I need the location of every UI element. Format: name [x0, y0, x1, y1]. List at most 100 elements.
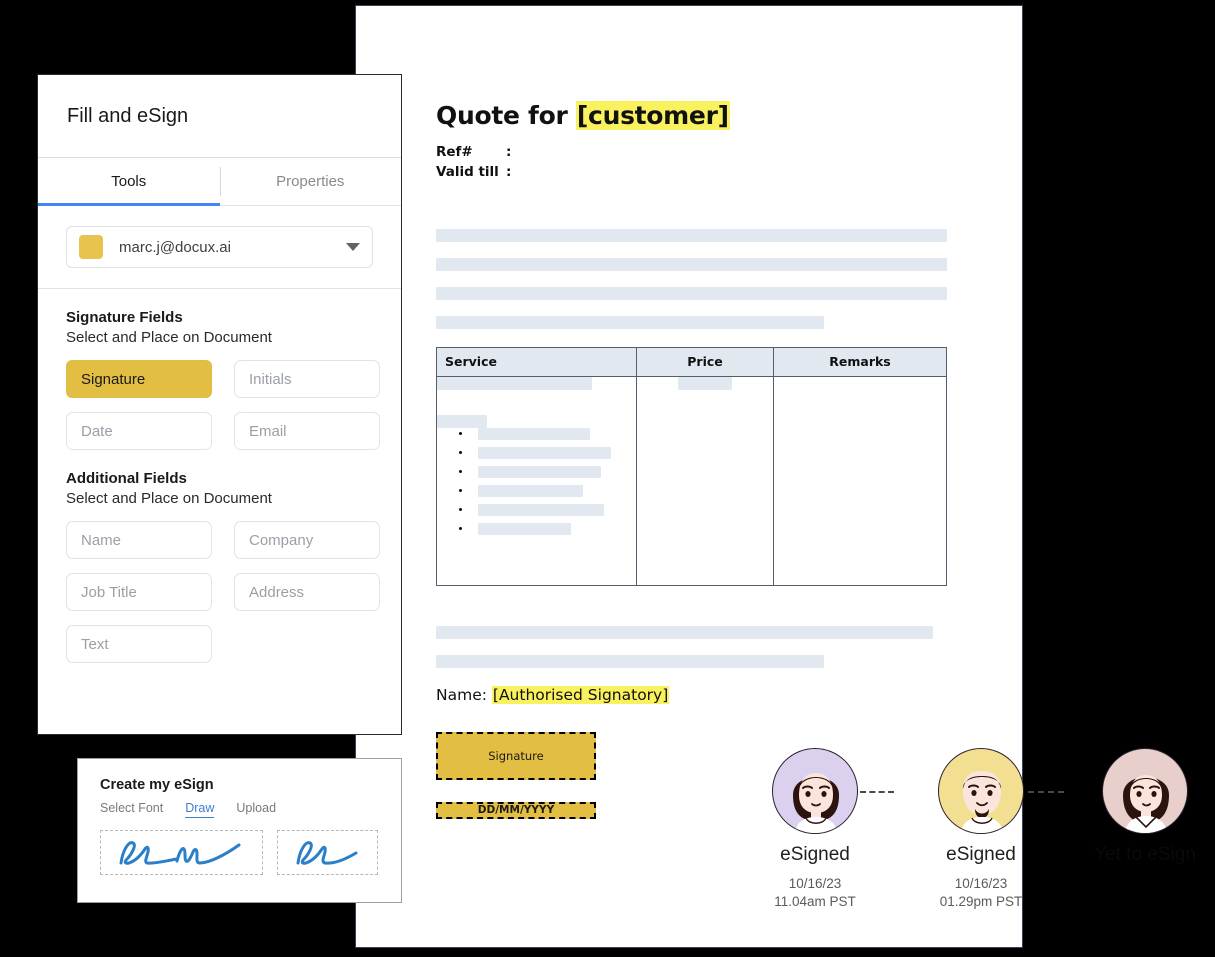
panel-header: Fill and eSign: [38, 75, 401, 158]
column-header-remarks: Remarks: [773, 346, 947, 377]
list-item: [459, 446, 636, 459]
create-esign-tabs: Select Font Draw Upload: [100, 801, 379, 818]
esign-tab-select-font[interactable]: Select Font: [100, 801, 163, 818]
field-chip-date-label: Date: [81, 422, 113, 440]
table-row: [436, 375, 947, 586]
field-chip-initials[interactable]: Initials: [234, 360, 380, 398]
signature-fields-section: Signature Fields Select and Place on Doc…: [38, 289, 401, 450]
create-esign-panel: Create my eSign Select Font Draw Upload: [77, 758, 402, 903]
signer-timestamp: 10/16/23 01.29pm PST: [939, 876, 1023, 910]
meta-row-ref: Ref# :: [436, 142, 956, 162]
esign-tab-draw-label: Draw: [185, 801, 215, 815]
date-placeholder-label: DD/MM/YYYY: [477, 804, 555, 816]
signers-row: eSigned 10/16/23 11.04am PST eSigned 10/…: [740, 748, 1215, 938]
field-chip-signature-label: Signature: [81, 370, 146, 388]
placeholder-bar: [478, 465, 601, 478]
cell-service: [436, 375, 637, 586]
list-item: [459, 465, 636, 478]
tab-properties[interactable]: Properties: [219, 158, 402, 205]
additional-fields-grid: Name Company Job Title Address Text: [66, 521, 380, 663]
meta-label-ref: Ref#: [436, 144, 473, 160]
field-chip-name[interactable]: Name: [66, 521, 212, 559]
field-chip-text[interactable]: Text: [66, 625, 212, 663]
account-dropdown-value: marc.j@docux.ai: [119, 238, 231, 256]
avatar-female-purple: [772, 748, 858, 834]
signature-draw-box-initials[interactable]: [277, 830, 378, 875]
signer-timestamp: 10/16/23 11.04am PST: [774, 876, 856, 910]
document-title-prefix: Quote for: [436, 101, 576, 130]
column-header-price: Price: [636, 346, 774, 377]
signatory-label: Name:: [436, 685, 492, 704]
tab-tools-label: Tools: [111, 173, 147, 190]
field-chip-email-label: Email: [249, 422, 287, 440]
field-chip-date[interactable]: Date: [66, 412, 212, 450]
panel-tabs: Tools Properties: [38, 158, 401, 206]
column-header-service: Service: [436, 346, 637, 377]
avatar-illustration: [1123, 775, 1169, 833]
additional-fields-title: Additional Fields: [66, 470, 187, 487]
field-chip-company-label: Company: [249, 531, 314, 549]
placeholder-bar: [678, 376, 732, 390]
field-chip-address[interactable]: Address: [234, 573, 380, 611]
avatar-illustration: [793, 773, 839, 833]
placeholder-bar: [478, 484, 583, 497]
field-chip-signature[interactable]: Signature: [66, 360, 212, 398]
placeholder-bar: [478, 427, 590, 440]
field-chip-address-label: Address: [249, 583, 305, 601]
signatory-name-line: Name: [Authorised Signatory]: [436, 685, 956, 704]
field-chip-job-title-label: Job Title: [81, 583, 137, 601]
placeholder-bar: [437, 414, 487, 428]
tab-properties-label: Properties: [276, 173, 345, 190]
table-header-row: Service Price Remarks: [436, 346, 947, 377]
tab-tools[interactable]: Tools: [38, 158, 220, 206]
fill-and-esign-panel: Fill and eSign Tools Properties marc.j@d…: [37, 74, 402, 735]
chevron-down-icon[interactable]: [346, 243, 360, 251]
signer-item: eSigned 10/16/23 11.04am PST: [740, 748, 890, 911]
signature-fields-grid: Signature Initials Date Email: [66, 360, 380, 450]
signatory-highlight: [Authorised Signatory]: [491, 685, 670, 704]
placeholder-bar: [436, 315, 824, 329]
placeholder-bar: [478, 522, 571, 535]
signature-draw-box-full[interactable]: [100, 830, 263, 875]
date-placeholder-field[interactable]: DD/MM/YYYY: [436, 801, 596, 819]
cell-remarks: [773, 375, 947, 586]
document-meta: Ref# : Valid till :: [436, 142, 956, 183]
field-chip-text-label: Text: [81, 635, 109, 653]
additional-fields-section: Additional Fields Select and Place on Do…: [38, 450, 401, 663]
placeholder-bar: [436, 257, 947, 271]
esign-tab-upload-label: Upload: [236, 801, 277, 815]
field-chip-job-title[interactable]: Job Title: [66, 573, 212, 611]
signature-stroke-icon: [296, 840, 357, 865]
signature-stroke-icon: [119, 840, 240, 865]
field-chip-initials-label: Initials: [249, 370, 292, 388]
list-item: [459, 522, 636, 535]
signature-preview-boxes: [100, 830, 379, 875]
meta-label-valid-till: Valid till: [436, 164, 499, 181]
field-chip-name-label: Name: [81, 531, 122, 549]
signature-fields-subtitle: Select and Place on Document: [66, 329, 272, 346]
avatar-male-yellow: [938, 748, 1024, 834]
closing-placeholder-bars: [436, 625, 956, 668]
meta-row-valid-till: Valid till :: [436, 162, 956, 182]
signer-item: eSigned 10/16/23 01.29pm PST: [906, 748, 1056, 911]
color-swatch-icon: [79, 235, 103, 259]
signer-status: eSigned: [946, 844, 1016, 865]
esign-tab-draw[interactable]: Draw: [185, 801, 215, 818]
signature-placeholder-label: Signature: [488, 748, 544, 763]
create-esign-title: Create my eSign: [100, 777, 214, 793]
field-chip-company[interactable]: Company: [234, 521, 380, 559]
intro-placeholder-bars: [436, 228, 956, 329]
account-dropdown[interactable]: marc.j@docux.ai: [66, 226, 373, 268]
esign-tab-select-font-label: Select Font: [100, 801, 164, 815]
placeholder-bar: [436, 654, 824, 668]
list-item: [459, 503, 636, 516]
placeholder-bar: [478, 503, 604, 516]
field-chip-email[interactable]: Email: [234, 412, 380, 450]
signature-placeholder-field[interactable]: Signature: [436, 731, 596, 780]
esign-tab-upload[interactable]: Upload: [236, 801, 276, 818]
placeholder-bar: [436, 625, 933, 639]
signature-fields-title: Signature Fields: [66, 309, 183, 326]
placeholder-bar: [436, 286, 947, 300]
meta-colon-valid-till: :: [506, 164, 512, 181]
additional-fields-subtitle: Select and Place on Document: [66, 490, 272, 507]
